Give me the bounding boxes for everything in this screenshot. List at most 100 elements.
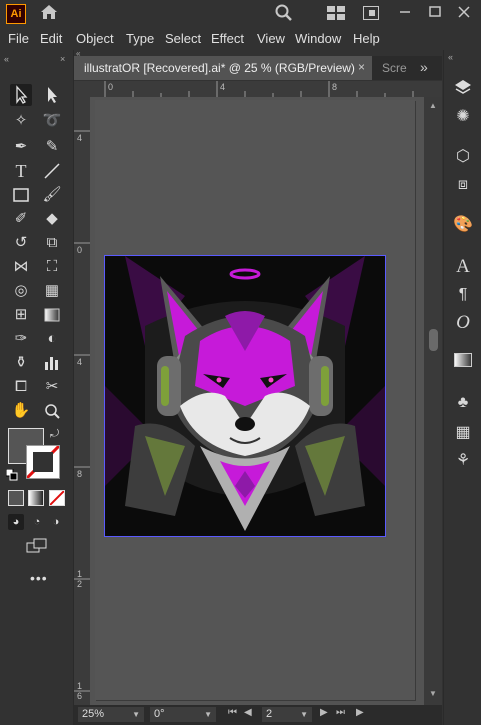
rotation-select[interactable]: 0° ▼ bbox=[150, 707, 216, 722]
last-artboard-icon[interactable]: ⏭ bbox=[336, 707, 345, 718]
home-icon[interactable] bbox=[38, 4, 60, 24]
vertical-scrollbar[interactable]: ▲ ▼ bbox=[424, 97, 442, 705]
paintbrush-tool-icon[interactable]: 🖌 bbox=[41, 184, 63, 206]
menu-select[interactable]: Select bbox=[165, 31, 201, 46]
arrange-documents-icon[interactable] bbox=[327, 6, 347, 22]
symbol-sprayer-tool-icon[interactable]: ⚱ bbox=[10, 352, 32, 374]
menu-effect[interactable]: Effect bbox=[211, 31, 244, 46]
panel-close-icon[interactable]: × bbox=[60, 54, 65, 64]
zoom-level-select[interactable]: 25% ▼ bbox=[78, 707, 144, 722]
horizontal-ruler[interactable]: 0 4 8 bbox=[90, 81, 442, 97]
scrollbar-thumb[interactable] bbox=[429, 329, 438, 351]
swatches-icon[interactable]: ▦ bbox=[452, 422, 474, 444]
shaper-tool-icon[interactable]: ✐ bbox=[10, 208, 32, 230]
artboard-tool-icon[interactable]: ⧠ bbox=[10, 376, 32, 398]
column-graph-tool-icon[interactable] bbox=[41, 352, 63, 374]
default-fill-stroke-icon[interactable] bbox=[5, 468, 18, 481]
draw-inside-icon[interactable]: ◑ bbox=[48, 514, 64, 530]
menu-window[interactable]: Window bbox=[295, 31, 341, 46]
ruler-label: 1 6 bbox=[77, 681, 83, 701]
menu-view[interactable]: View bbox=[257, 31, 285, 46]
artboard-number-select[interactable]: 2 ▼ bbox=[262, 707, 312, 722]
swap-fill-stroke-icon[interactable]: ⤾ bbox=[50, 428, 59, 441]
free-transform-tool-icon[interactable]: ⛶ bbox=[41, 256, 63, 278]
rotation-value: 0° bbox=[154, 708, 165, 720]
screen-mode-icon[interactable] bbox=[26, 538, 48, 554]
menu-object[interactable]: Object bbox=[76, 31, 114, 46]
rectangle-tool-icon[interactable] bbox=[10, 184, 32, 206]
mesh-tool-icon[interactable]: ⊞ bbox=[10, 304, 32, 326]
type-tool-icon[interactable]: T bbox=[10, 160, 32, 182]
slice-tool-icon[interactable]: ✂ bbox=[41, 376, 63, 398]
menu-edit[interactable]: Edit bbox=[40, 31, 62, 46]
maximize-icon[interactable] bbox=[428, 5, 444, 21]
opentype-icon[interactable]: O bbox=[452, 312, 474, 334]
gradient-mode-button[interactable] bbox=[28, 490, 44, 506]
draw-normal-icon[interactable]: ◕ bbox=[8, 514, 24, 530]
tab-active-document[interactable]: illustratOR [Recovered].ai* @ 25 % (RGB/… bbox=[74, 56, 372, 80]
draw-behind-icon[interactable]: ◔ bbox=[29, 514, 45, 530]
eyedropper-tool-icon[interactable]: ✑ bbox=[10, 328, 32, 350]
title-bar: Ai bbox=[0, 0, 481, 28]
search-icon[interactable] bbox=[275, 4, 295, 24]
shape-builder-tool-icon[interactable]: ◎ bbox=[10, 280, 32, 302]
status-menu-icon[interactable]: ▶ bbox=[356, 707, 364, 718]
vertical-ruler[interactable]: 4 0 4 8 1 2 1 6 bbox=[74, 97, 90, 705]
3d-object-icon[interactable]: ⬡ bbox=[452, 146, 474, 168]
symbols-icon[interactable]: ♣ bbox=[452, 392, 474, 414]
rotate-tool-icon[interactable]: ↺ bbox=[10, 232, 32, 254]
paragraph-icon[interactable]: ¶ bbox=[452, 284, 474, 306]
direct-selection-tool-icon[interactable] bbox=[41, 84, 63, 106]
ruler-label: 4 bbox=[77, 357, 83, 367]
appearance-icon[interactable]: ✺ bbox=[452, 106, 474, 128]
magic-wand-tool-icon[interactable]: ✧ bbox=[10, 110, 32, 132]
none-mode-button[interactable] bbox=[49, 490, 65, 506]
ruler-label: 4 bbox=[77, 133, 83, 143]
layers-icon[interactable] bbox=[452, 78, 474, 100]
perspective-grid-tool-icon[interactable]: ▦ bbox=[41, 280, 63, 302]
menu-type[interactable]: Type bbox=[126, 31, 154, 46]
workspace-icon[interactable] bbox=[363, 6, 381, 22]
pen-tool-icon[interactable]: ✒ bbox=[10, 136, 32, 158]
width-tool-icon[interactable]: ⋈ bbox=[10, 256, 32, 278]
lasso-tool-icon[interactable]: ➰ bbox=[41, 110, 63, 132]
gradient-panel-icon[interactable] bbox=[452, 352, 474, 374]
chevron-down-icon: ▼ bbox=[204, 710, 212, 719]
selection-tool-icon[interactable] bbox=[10, 84, 32, 106]
ruler-label: 8 bbox=[77, 469, 83, 479]
close-icon[interactable] bbox=[457, 5, 473, 21]
fox-mascot-artwork[interactable] bbox=[104, 255, 386, 537]
collapse-left-icon[interactable]: « bbox=[4, 54, 9, 64]
color-palette-icon[interactable]: 🎨 bbox=[452, 214, 474, 236]
curvature-tool-icon[interactable]: ✎ bbox=[41, 136, 63, 158]
tabs-overflow-icon[interactable]: » bbox=[420, 59, 428, 75]
blend-tool-icon[interactable]: ◐ bbox=[41, 328, 63, 350]
eraser-tool-icon[interactable]: ◆ bbox=[41, 208, 63, 230]
scroll-down-icon[interactable]: ▼ bbox=[429, 689, 437, 698]
next-artboard-icon[interactable]: ▶ bbox=[320, 707, 328, 718]
asset-export-icon[interactable]: ⚘ bbox=[452, 450, 474, 472]
tab-inactive-document[interactable]: Scre bbox=[374, 56, 414, 80]
minimize-icon[interactable] bbox=[398, 5, 414, 21]
menu-help[interactable]: Help bbox=[353, 31, 380, 46]
scroll-up-icon[interactable]: ▲ bbox=[429, 101, 437, 110]
color-mode-button[interactable] bbox=[8, 490, 24, 506]
menu-file[interactable]: File bbox=[8, 31, 29, 46]
drawing-modes: ◕ ◔ ◑ bbox=[8, 514, 64, 532]
first-artboard-icon[interactable]: ⏮ bbox=[228, 707, 237, 718]
zoom-tool-icon[interactable] bbox=[41, 400, 63, 422]
expand-panels-icon[interactable]: « bbox=[448, 52, 453, 62]
gradient-tool-icon[interactable] bbox=[41, 304, 63, 326]
tab-close-icon[interactable]: × bbox=[358, 60, 365, 74]
menu-bar: File Edit Object Type Select Effect View… bbox=[0, 28, 481, 50]
scale-tool-icon[interactable]: ⧉ bbox=[41, 232, 63, 254]
character-icon[interactable]: A bbox=[452, 256, 474, 278]
hand-tool-icon[interactable]: ✋ bbox=[10, 400, 32, 422]
line-segment-tool-icon[interactable] bbox=[41, 160, 63, 182]
stroke-color-swatch[interactable] bbox=[25, 444, 61, 480]
ruler-origin[interactable] bbox=[74, 81, 90, 97]
previous-artboard-icon[interactable]: ◀ bbox=[244, 707, 252, 718]
tools-panel: « × ✧ ➰ ✒ ✎ T 🖌 ✐ ◆ ↺ ⧉ ⋈ ⛶ ◎ ▦ ⊞ ✑ ◐ ⚱ … bbox=[0, 50, 74, 725]
transform-icon[interactable]: ⧈ bbox=[452, 174, 474, 196]
edit-toolbar-icon[interactable]: ••• bbox=[30, 570, 48, 586]
